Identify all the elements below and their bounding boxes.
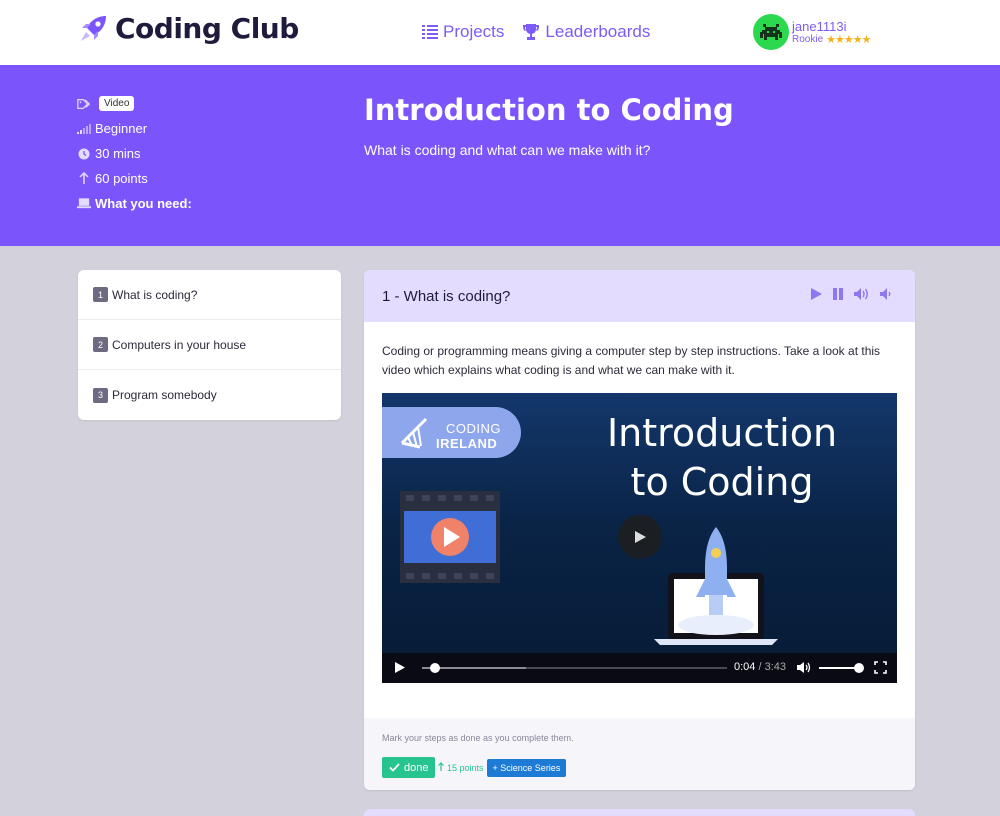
main-nav: Projects Leaderboards xyxy=(422,22,668,42)
video-title: Introduction to Coding xyxy=(572,409,872,507)
meta-level-row: Beginner xyxy=(77,116,192,141)
step-item-program-somebody[interactable]: 3 Program somebody xyxy=(78,370,341,420)
play-icon[interactable] xyxy=(809,287,823,301)
step-actions: done 15 points + Science Series xyxy=(382,757,897,778)
series-badge: + Science Series xyxy=(486,758,567,777)
read-aloud-controls xyxy=(801,287,893,301)
film-strip-icon xyxy=(400,491,500,583)
project-hero: Video Beginner 30 mins 60 points What yo… xyxy=(0,65,1000,246)
step-card-body: Coding or programming means giving a com… xyxy=(364,322,915,683)
laptop-icon xyxy=(77,198,91,209)
step-card-footer: Mark your steps as done as you complete … xyxy=(364,718,915,790)
fullscreen-icon xyxy=(874,661,887,674)
video-seek-handle[interactable] xyxy=(430,663,440,673)
pause-icon[interactable] xyxy=(831,287,845,301)
video-volume-slider[interactable] xyxy=(819,667,859,669)
video-player[interactable]: CODING IRELAND Introduction to Coding 0:… xyxy=(382,393,897,683)
step-description: Coding or programming means giving a com… xyxy=(382,344,881,377)
user-rank-label: Rookie xyxy=(792,33,824,45)
step-number: 1 xyxy=(93,287,108,302)
space-invader-icon xyxy=(760,24,782,40)
nav-leaderboards-label: Leaderboards xyxy=(545,22,651,41)
step-label: What is coding? xyxy=(112,287,198,302)
page-subtitle: What is coding and what can we make with… xyxy=(364,142,651,158)
step-title: 1 - What is coding? xyxy=(382,287,511,305)
user-menu[interactable]: jane1113i Rookie ★★★★★ xyxy=(753,14,871,50)
steps-list: 1 What is coding? 2 Computers in your ho… xyxy=(78,270,341,420)
list-icon xyxy=(422,25,438,39)
volume-up-icon[interactable] xyxy=(853,287,871,301)
step-number: 3 xyxy=(93,387,108,403)
user-rank: Rookie ★★★★★ xyxy=(792,33,871,46)
nav-leaderboards[interactable]: Leaderboards xyxy=(522,22,650,42)
badge-line2: IRELAND xyxy=(436,436,498,451)
duration: 3:43 xyxy=(764,661,787,673)
duration-text: 30 mins xyxy=(95,146,141,161)
meta-points-row: 60 points xyxy=(77,166,192,191)
video-seek-bar[interactable] xyxy=(422,663,727,673)
brand-name: Coding Club xyxy=(115,12,299,45)
step-label: Program somebody xyxy=(112,388,217,402)
needs-label: What you need: xyxy=(95,196,192,211)
star-rating-icon: ★★★★★ xyxy=(826,33,871,46)
step-number: 2 xyxy=(93,337,108,352)
type-tag: Video xyxy=(99,96,135,111)
volume-down-icon[interactable] xyxy=(879,287,893,301)
username: jane1113i xyxy=(792,18,847,34)
clock-icon xyxy=(77,148,91,160)
video-time: 0:04 / 3:43 xyxy=(734,661,786,673)
coding-ireland-badge: CODING IRELAND xyxy=(382,407,521,458)
meta-needs-row: What you need: xyxy=(77,191,192,216)
completion-hint: Mark your steps as done as you complete … xyxy=(382,733,574,743)
video-title-line2: to Coding xyxy=(630,460,814,504)
video-play-button[interactable] xyxy=(394,661,406,679)
arrow-up-icon xyxy=(438,762,445,771)
video-play-overlay-button[interactable] xyxy=(618,515,662,559)
checkmark-icon xyxy=(389,763,400,772)
tag-icon xyxy=(77,98,91,110)
volume-icon xyxy=(797,662,811,673)
current-time: 0:04 xyxy=(734,661,756,673)
step-points: 15 points xyxy=(438,762,484,773)
next-step-card-header xyxy=(364,809,915,816)
nav-projects-label: Projects xyxy=(443,22,505,41)
level-text: Beginner xyxy=(95,121,148,136)
nav-projects[interactable]: Projects xyxy=(422,22,504,42)
done-label: done xyxy=(404,761,429,774)
rocket-laptop-illustration-icon xyxy=(654,527,778,645)
harp-logo-icon xyxy=(400,417,428,449)
project-meta: Video Beginner 30 mins 60 points What yo… xyxy=(77,91,192,216)
points-text: 60 points xyxy=(95,171,148,186)
top-bar: Coding Club Projects Leaderboards jane11… xyxy=(0,0,1000,65)
avatar xyxy=(753,14,789,50)
video-controls: 0:04 / 3:43 xyxy=(382,653,897,683)
signal-bars-icon xyxy=(77,123,91,134)
step-points-text: 15 points xyxy=(447,763,484,773)
step-label: Computers in your house xyxy=(112,337,247,352)
play-icon xyxy=(635,531,646,543)
video-fullscreen-button[interactable] xyxy=(874,661,887,679)
video-mute-button[interactable] xyxy=(796,661,812,679)
step-card-header: 1 - What is coding? xyxy=(364,270,915,322)
play-icon xyxy=(395,662,405,673)
step-card: 1 - What is coding? Coding or programmin… xyxy=(364,270,915,790)
step-item-what-is-coding[interactable]: 1 What is coding? xyxy=(78,270,341,320)
meta-duration-row: 30 mins xyxy=(77,141,192,166)
video-volume-handle[interactable] xyxy=(854,663,864,673)
badge-line1: CODING xyxy=(446,421,501,436)
time-separator: / xyxy=(755,661,765,673)
arrow-up-icon xyxy=(77,172,91,185)
rocket-logo-icon xyxy=(81,15,106,41)
page-title: Introduction to Coding xyxy=(364,93,734,127)
brand-logo-link[interactable]: Coding Club xyxy=(77,12,299,45)
video-title-line1: Introduction xyxy=(606,411,838,455)
mark-done-button[interactable]: done xyxy=(382,757,436,778)
trophy-icon xyxy=(522,24,540,40)
meta-tag-row: Video xyxy=(77,91,192,116)
step-item-computers-in-your-house[interactable]: 2 Computers in your house xyxy=(78,320,341,370)
